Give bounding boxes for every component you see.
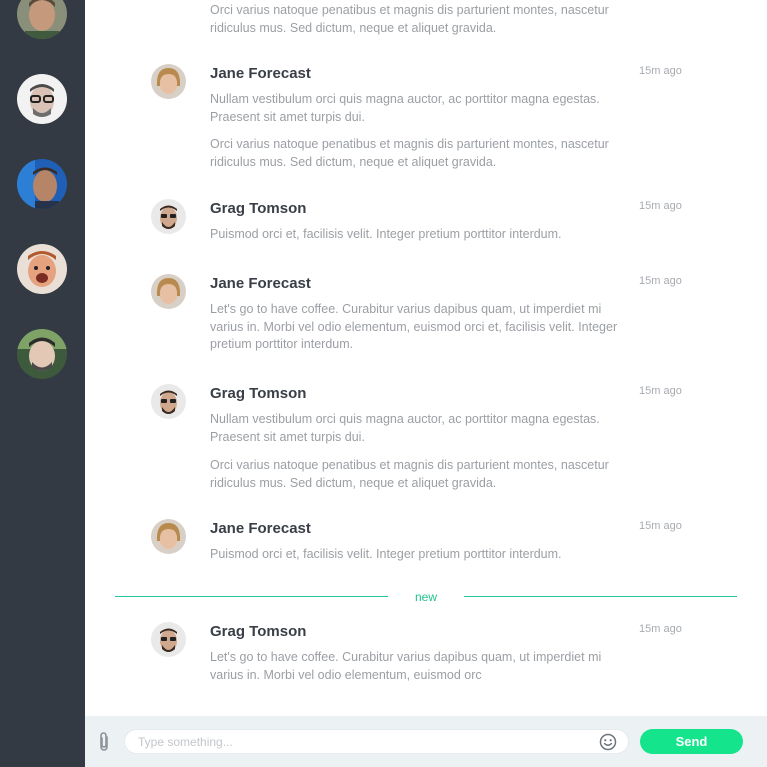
message-time: 15m ago (639, 385, 682, 397)
message-text: Let's go to have coffee. Curabitur variu… (210, 302, 618, 351)
author-avatar (151, 384, 186, 419)
message-input[interactable] (138, 730, 578, 753)
contact-avatar[interactable] (17, 0, 67, 39)
message-time: 15m ago (639, 275, 682, 287)
message-text: Nullam vestibulum orci quis magna auctor… (210, 92, 600, 124)
message-time: 15m ago (639, 520, 682, 532)
new-divider-line-left (115, 596, 388, 597)
new-messages-label: new (414, 590, 437, 604)
chat-thread: Orci varius natoque penatibus et magnis … (85, 0, 767, 716)
contact-avatar[interactable] (17, 74, 67, 124)
message-text: Nullam vestibulum orci quis magna auctor… (210, 412, 600, 444)
paperclip-icon[interactable] (95, 731, 113, 753)
contact-avatar[interactable] (17, 159, 67, 209)
message-time: 15m ago (639, 65, 682, 77)
message-time: 15m ago (639, 200, 682, 212)
message-author: Jane Forecast (210, 65, 311, 82)
message-author: Jane Forecast (210, 275, 311, 292)
message-author: Grag Tomson (210, 623, 307, 640)
message-text: Orci varius natoque penatibus et magnis … (210, 3, 609, 35)
author-avatar (151, 199, 186, 234)
message-author: Grag Tomson (210, 200, 307, 217)
contact-avatar[interactable] (17, 244, 67, 294)
author-avatar (151, 64, 186, 99)
author-avatar (151, 274, 186, 309)
send-button[interactable]: Send (640, 729, 743, 754)
message-text: Puismod orci et, facilisis velit. Intege… (210, 227, 562, 241)
message-composer: Send (85, 716, 767, 767)
message-text: Let's go to have coffee. Curabitur variu… (210, 650, 602, 682)
contacts-sidebar (0, 0, 85, 767)
message-field (124, 729, 629, 754)
contact-avatar[interactable] (17, 329, 67, 379)
new-divider-line-right (464, 596, 737, 597)
message-author: Grag Tomson (210, 385, 307, 402)
message-text: Orci varius natoque penatibus et magnis … (210, 137, 609, 169)
smiley-icon[interactable] (599, 733, 617, 751)
message-text: Orci varius natoque penatibus et magnis … (210, 458, 609, 490)
message-author: Jane Forecast (210, 520, 311, 537)
author-avatar (151, 622, 186, 657)
message-time: 15m ago (639, 623, 682, 635)
message-text: Puismod orci et, facilisis velit. Intege… (210, 547, 562, 561)
author-avatar (151, 519, 186, 554)
